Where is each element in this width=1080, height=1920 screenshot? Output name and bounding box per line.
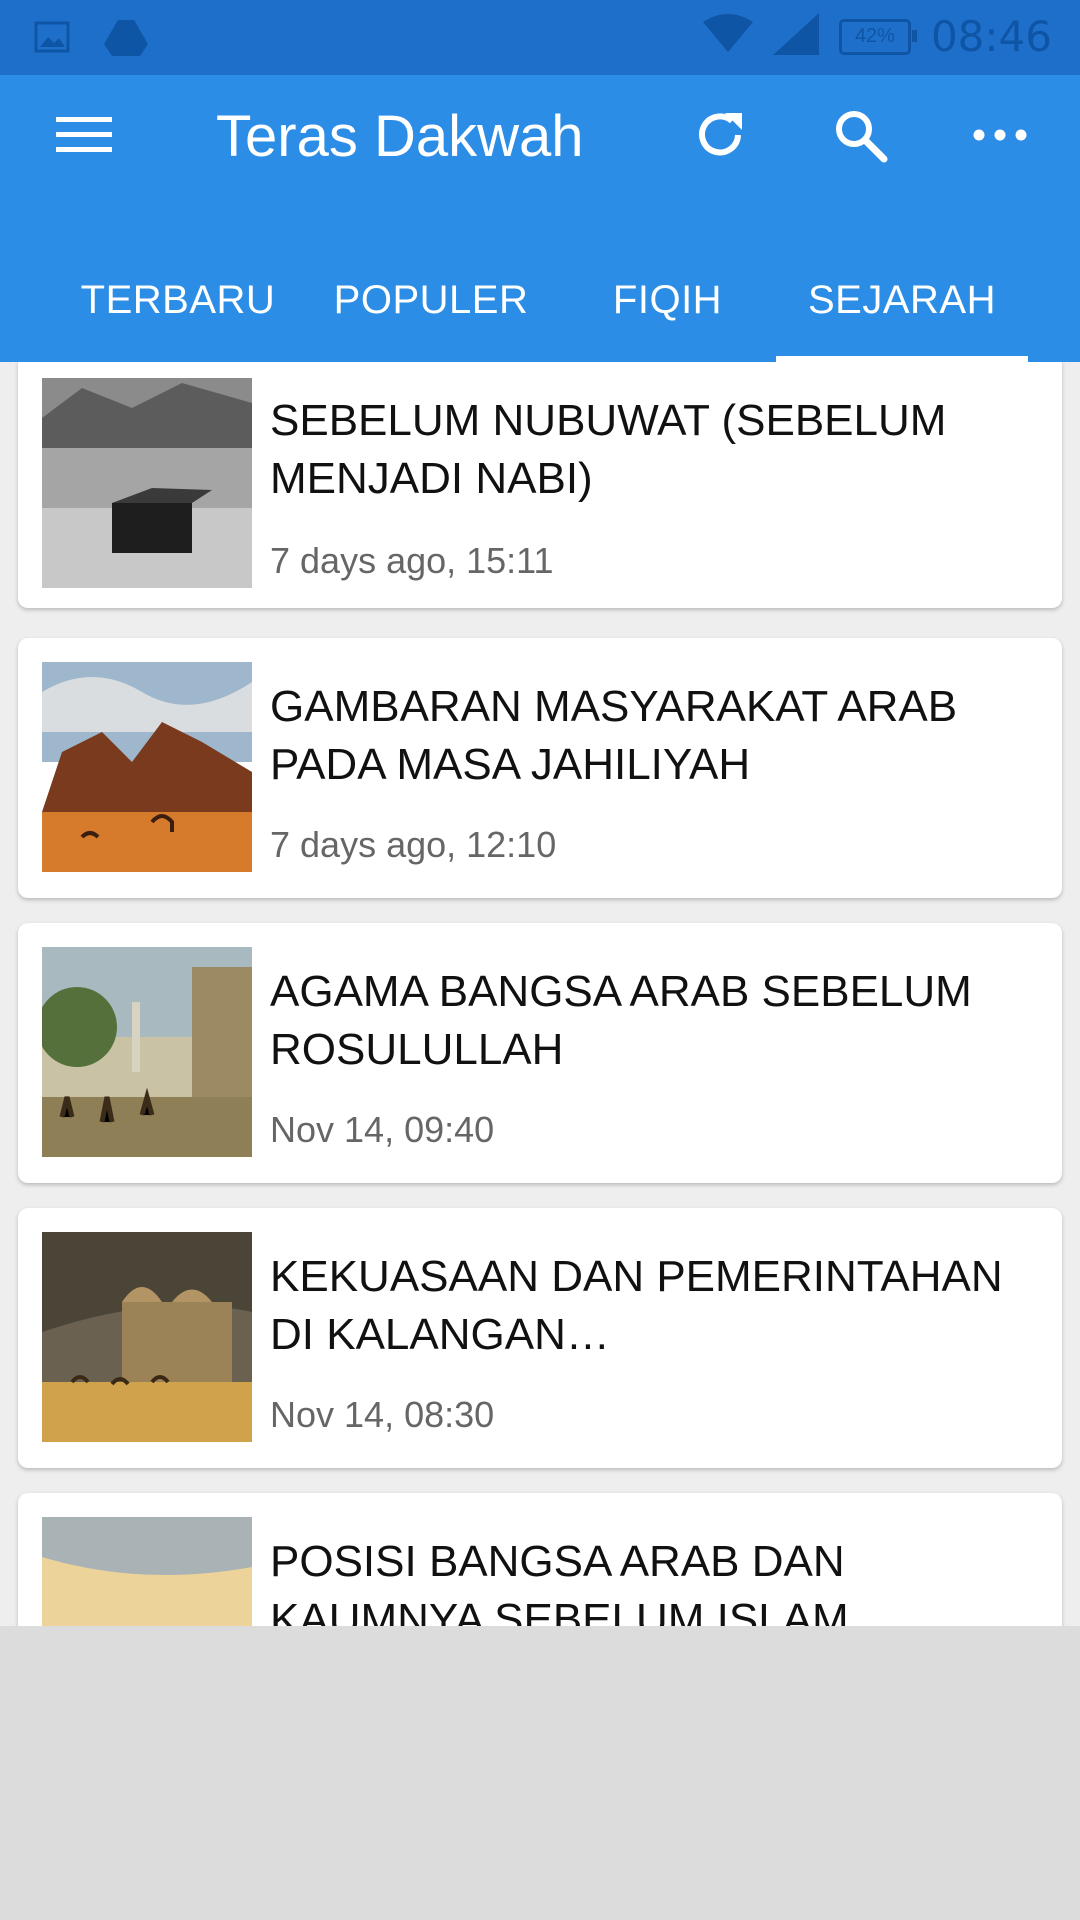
article-card[interactable]: SEBELUM NUBUWAT (SEBELUM MENJADI NABI) 7… xyxy=(18,362,1062,608)
article-card[interactable]: KEKUASAAN DAN PEMERINTAHAN DI KALANGAN… … xyxy=(18,1208,1062,1468)
app-title: Teras Dakwah xyxy=(216,104,584,169)
drive-notification-icon xyxy=(104,18,148,61)
more-options-icon[interactable] xyxy=(970,105,1030,165)
article-card[interactable]: POSISI BANGSA ARAB DAN KAUMNYA SEBELUM I… xyxy=(18,1493,1062,1626)
tab-fiqih[interactable]: FIQIH xyxy=(560,238,775,362)
article-card[interactable]: GAMBARAN MASYARAKAT ARAB PADA MASA JAHIL… xyxy=(18,638,1062,898)
category-tabs: TERBARU POPULER FIQIH SEJARAH xyxy=(0,238,1080,362)
gallery-notification-icon xyxy=(34,21,70,58)
article-date: 7 days ago, 12:10 xyxy=(270,824,557,865)
article-title: POSISI BANGSA ARAB DAN KAUMNYA SEBELUM I… xyxy=(270,1537,849,1626)
tab-sejarah[interactable]: SEJARAH xyxy=(776,238,1028,362)
article-title: GAMBARAN MASYARAKAT ARAB PADA MASA JAHIL… xyxy=(270,682,958,789)
search-icon[interactable] xyxy=(830,105,890,165)
battery-indicator: 42% xyxy=(838,18,917,55)
article-date: Nov 14, 08:30 xyxy=(270,1394,495,1435)
article-thumbnail xyxy=(42,1232,252,1442)
article-title: AGAMA BANGSA ARAB SEBELUM ROSULULLAH xyxy=(270,967,972,1074)
article-thumbnail xyxy=(42,662,252,872)
article-thumbnail xyxy=(42,378,252,588)
battery-level: 42% xyxy=(854,25,895,47)
tab-terbaru[interactable]: TERBARU xyxy=(58,238,298,362)
article-card[interactable]: AGAMA BANGSA ARAB SEBELUM ROSULULLAH Nov… xyxy=(18,923,1062,1183)
clock: 08:46 xyxy=(930,12,1052,61)
article-title: KEKUASAAN DAN PEMERINTAHAN DI KALANGAN… xyxy=(270,1252,1003,1359)
article-thumbnail xyxy=(42,947,252,1157)
status-bar: 42% 08:46 xyxy=(0,0,1080,75)
article-date: 7 days ago, 15:11 xyxy=(270,540,554,581)
menu-icon[interactable] xyxy=(54,105,114,165)
article-list[interactable]: SEBELUM NUBUWAT (SEBELUM MENJADI NABI) 7… xyxy=(0,362,1080,1626)
app-bar: Teras Dakwah TERBARU POPULER FIQIH SEJAR… xyxy=(0,75,1080,362)
wifi-icon xyxy=(702,14,753,59)
tab-populer[interactable]: POPULER xyxy=(316,238,546,362)
empty-bottom-area xyxy=(0,1626,1080,1920)
toolbar: Teras Dakwah xyxy=(0,75,1080,195)
refresh-icon[interactable] xyxy=(690,105,750,165)
article-title: SEBELUM NUBUWAT (SEBELUM MENJADI NABI) xyxy=(270,396,947,503)
signal-icon xyxy=(772,13,819,60)
article-thumbnail xyxy=(42,1517,252,1626)
article-date: Nov 14, 09:40 xyxy=(270,1109,495,1150)
